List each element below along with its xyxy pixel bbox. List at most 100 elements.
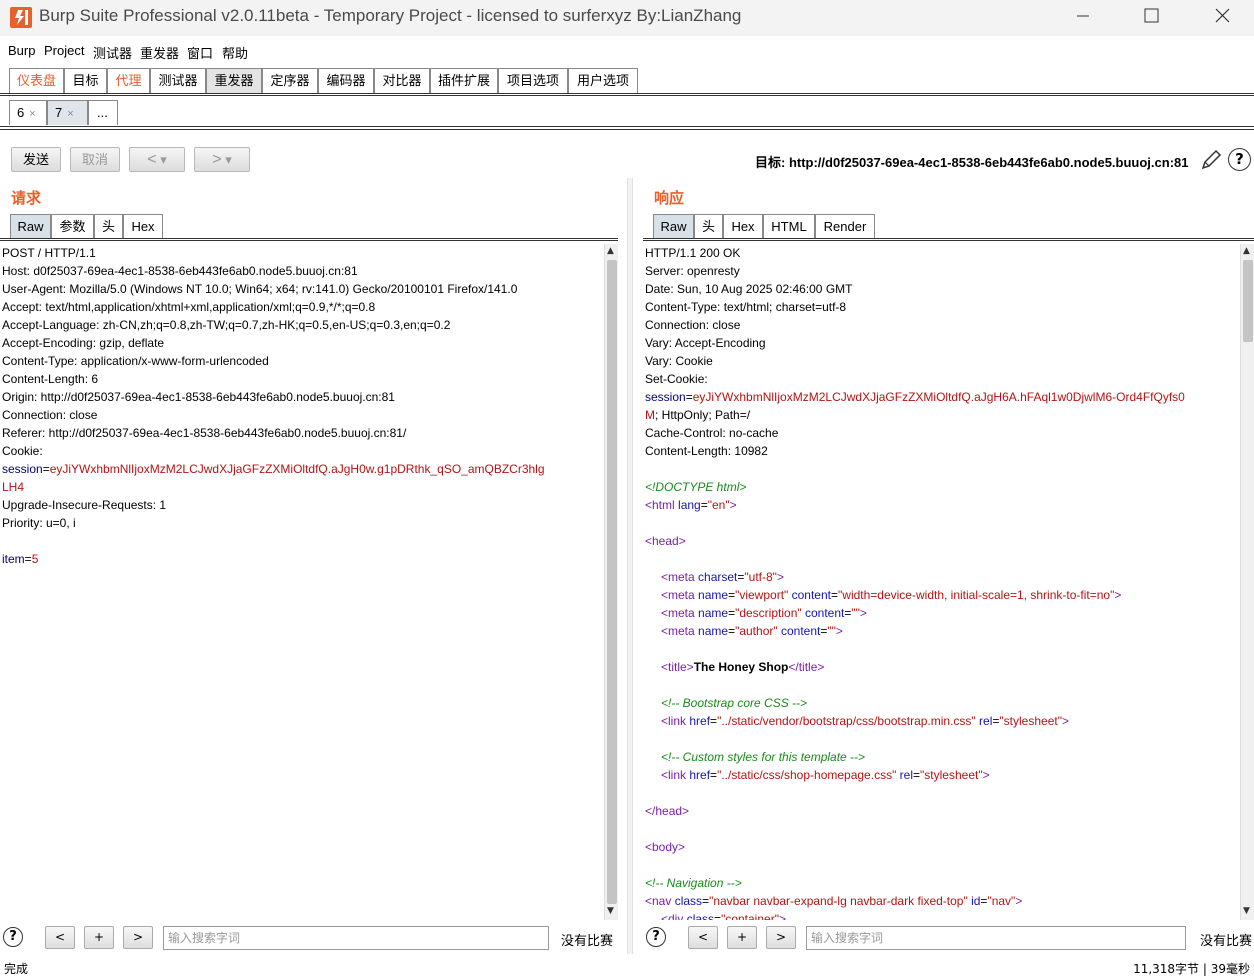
scroll-up-icon[interactable]: ▲ [607, 246, 614, 256]
response-scroll-thumb[interactable] [1243, 260, 1253, 342]
status-bar: 完成 11,318字节 | 39毫秒 [0, 957, 1254, 976]
request-editor[interactable]: POST / HTTP/1.1 Host: d0f25037-69ea-4ec1… [0, 244, 604, 920]
match-count: 没有比赛 [561, 934, 614, 949]
chevron-down-icon: ▾ [160, 152, 167, 167]
cookie-name: session [2, 462, 43, 476]
tab-repeater[interactable]: 重发器 [206, 68, 262, 93]
maximize-icon [1144, 8, 1159, 23]
html-source-line: <body> [645, 840, 686, 854]
search-add-button[interactable]: + [84, 926, 114, 949]
menu-bar: Burp Project 测试器 重发器 窗口 帮助 [0, 39, 1254, 63]
repeater-tab-6[interactable]: 6 × [9, 100, 47, 125]
search-next-button[interactable]: > [123, 926, 153, 949]
search-input[interactable]: 输入搜索字词 [806, 926, 1186, 950]
menu-project[interactable]: Project [44, 43, 84, 58]
forward-arrow-icon: > [212, 151, 222, 168]
html-comment: <!-- Custom styles for this template --> [661, 750, 866, 764]
response-line: Vary: Accept-Encoding [645, 336, 766, 350]
request-tab-raw[interactable]: Raw [10, 214, 51, 239]
html-source-line: <meta name="author" content=""> [661, 624, 843, 638]
tab-target[interactable]: 目标 [64, 68, 107, 93]
tab-decoder[interactable]: 编码器 [318, 68, 374, 93]
request-search-bar: ? < + > 输入搜索字词 没有比赛 [0, 926, 620, 950]
tab-proxy[interactable]: 代理 [107, 68, 150, 93]
search-next-button[interactable]: > [766, 926, 796, 949]
edit-target-pencil-icon[interactable] [1200, 149, 1222, 171]
request-line: Accept: text/html,application/xhtml+xml,… [2, 300, 376, 314]
request-tab-params[interactable]: 参数 [51, 214, 94, 239]
menu-repeater[interactable]: 重发器 [140, 43, 179, 62]
html-source-line: <link href="../static/vendor/bootstrap/c… [661, 714, 1069, 728]
response-line: Connection: close [645, 318, 741, 332]
body-param-name: item [2, 552, 25, 566]
request-line: Accept-Encoding: gzip, deflate [2, 336, 165, 350]
response-tab-raw[interactable]: Raw [653, 214, 694, 239]
menu-intruder[interactable]: 测试器 [93, 43, 132, 62]
help-icon[interactable]: ? [646, 927, 666, 947]
cancel-button[interactable]: 取消 [70, 147, 120, 172]
help-icon[interactable]: ? [1228, 148, 1251, 171]
html-source-line: <html lang="en"> [645, 498, 737, 512]
repeater-tab-7[interactable]: 7 × [47, 100, 88, 125]
tab-user-options[interactable]: 用户选项 [568, 68, 638, 93]
menu-window[interactable]: 窗口 [187, 43, 213, 62]
scroll-down-icon[interactable]: ▼ [607, 906, 614, 916]
new-repeater-tab[interactable]: ... [88, 100, 118, 125]
request-line: Connection: close [2, 408, 98, 422]
back-button[interactable]: < ▾ [129, 147, 185, 172]
response-tabs-divider [643, 238, 1254, 241]
response-scrollbar[interactable]: ▲ ▼ [1240, 244, 1254, 920]
close-tab-icon[interactable]: × [29, 108, 35, 120]
request-line: POST / HTTP/1.1 [2, 246, 96, 260]
html-doctype: <!DOCTYPE html> [645, 480, 747, 494]
response-tab-hex[interactable]: Hex [723, 214, 763, 239]
html-source-line: <link href="../static/css/shop-homepage.… [661, 768, 990, 782]
title-bar: Burp Suite Professional v2.0.11beta - Te… [0, 0, 1254, 36]
tab-intruder[interactable]: 测试器 [150, 68, 206, 93]
html-comment: <!-- Navigation --> [645, 876, 742, 890]
request-tab-hex[interactable]: Hex [123, 214, 163, 239]
main-tabs: 仪表盘 目标 代理 测试器 重发器 定序器 编码器 对比器 插件扩展 项目选项 … [0, 66, 1254, 94]
close-tab-icon[interactable]: × [67, 108, 73, 120]
request-tabs-divider [0, 238, 618, 241]
request-tab-headers[interactable]: 头 [94, 214, 123, 239]
scroll-down-icon[interactable]: ▼ [1243, 906, 1250, 916]
search-prev-button[interactable]: < [688, 926, 718, 949]
response-title: 响应 [654, 189, 685, 207]
menu-help[interactable]: 帮助 [222, 43, 248, 62]
request-line: Cookie: [2, 444, 43, 458]
match-count: 没有比赛 [1200, 934, 1253, 949]
tab-comparer[interactable]: 对比器 [374, 68, 430, 93]
body-param-value: 5 [31, 552, 39, 566]
request-scrollbar[interactable]: ▲ ▼ [604, 244, 618, 920]
search-prev-button[interactable]: < [45, 926, 75, 949]
request-title: 请求 [11, 189, 42, 207]
request-scroll-thumb[interactable] [607, 260, 617, 904]
pane-splitter[interactable] [627, 178, 633, 954]
scroll-up-icon[interactable]: ▲ [1243, 246, 1250, 256]
close-window-button[interactable] [1186, 0, 1254, 34]
response-line: Set-Cookie: [645, 372, 708, 386]
tab-sequencer[interactable]: 定序器 [262, 68, 318, 93]
forward-button[interactable]: > ▾ [194, 147, 250, 172]
search-input[interactable]: 输入搜索字词 [163, 926, 549, 950]
maximize-button[interactable] [1116, 0, 1186, 34]
window-title: Burp Suite Professional v2.0.11beta - Te… [39, 6, 742, 25]
tab-dashboard[interactable]: 仪表盘 [9, 68, 64, 93]
send-button[interactable]: 发送 [11, 147, 61, 172]
response-line: Server: openresty [645, 264, 740, 278]
tab-project-options[interactable]: 项目选项 [498, 68, 568, 93]
help-icon[interactable]: ? [3, 927, 23, 947]
request-cookie-line: session=eyJiYWxhbmNlIjoxMzM2LCJwdXJjaGFz… [2, 460, 545, 478]
response-tab-headers[interactable]: 头 [694, 214, 723, 239]
request-cookie-value-cont: LH4 [2, 480, 25, 494]
response-editor[interactable]: HTTP/1.1 200 OK Server: openresty Date: … [643, 244, 1240, 920]
menu-burp[interactable]: Burp [8, 43, 35, 58]
response-search-bar: ? < + > 输入搜索字词 没有比赛 [643, 926, 1254, 950]
tab-extender[interactable]: 插件扩展 [430, 68, 498, 93]
response-tab-render[interactable]: Render [815, 214, 875, 239]
request-line: Referer: http://d0f25037-69ea-4ec1-8538-… [2, 426, 407, 440]
minimize-button[interactable] [1048, 0, 1118, 34]
response-tab-html[interactable]: HTML [763, 214, 815, 239]
search-add-button[interactable]: + [727, 926, 757, 949]
